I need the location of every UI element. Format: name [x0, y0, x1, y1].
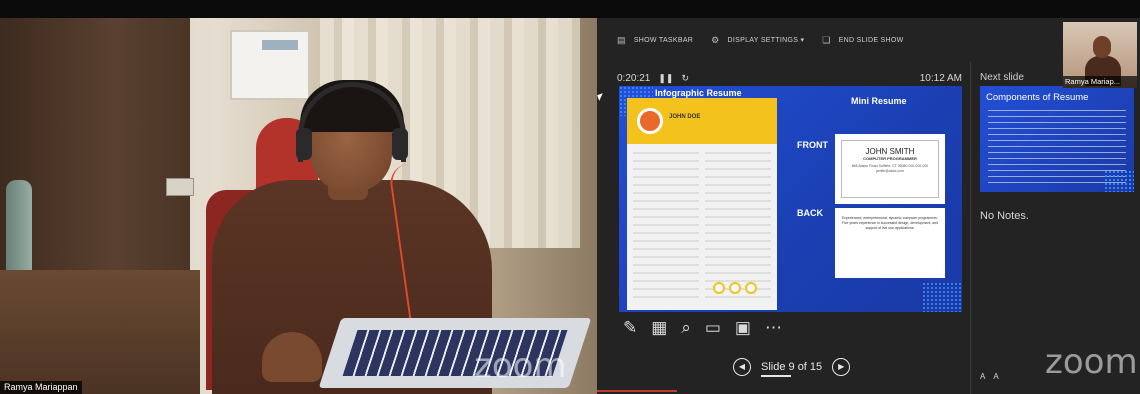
mini-resume-card: FRONT JOHN SMITH COMPUTER PROGRAMMER 868… — [793, 134, 947, 284]
notes-font-controls: A A — [980, 372, 999, 381]
back-label: BACK — [797, 208, 823, 218]
zoom-watermark: zoom — [1045, 342, 1138, 382]
cabinet — [0, 270, 200, 394]
end-slide-show-label: END SLIDE SHOW — [838, 36, 904, 44]
zoom-watermark: zoom — [474, 346, 567, 386]
slide-title-left: Infographic Resume — [655, 88, 742, 98]
next-slide-title: Components of Resume — [986, 92, 1089, 103]
thumbnail-name-tag: Ramya Mariap... — [1063, 76, 1137, 88]
card-name: JOHN SMITH — [865, 147, 915, 156]
avatar-icon — [637, 108, 663, 134]
slide-counter-text: Slide 9 of 15 — [761, 361, 823, 373]
see-all-slides-icon[interactable]: ▦ — [651, 318, 667, 338]
card-front: JOHN SMITH COMPUTER PROGRAMMER 868 Alamo… — [835, 134, 945, 204]
slide-navigation: ◀ Slide 9 of 15 ▶ — [733, 358, 851, 377]
pause-timer-icon[interactable]: ❚❚ — [658, 73, 673, 84]
end-slide-show-button[interactable]: ❏ END SLIDE SHOW — [822, 35, 903, 46]
display-settings-label: DISPLAY SETTINGS ▾ — [727, 37, 805, 44]
pen-icon[interactable]: ✎ — [623, 318, 637, 338]
slide-tools: ✎ ▦ ⌕ ▭ ▣ ⋯ — [623, 318, 782, 338]
show-taskbar-label: SHOW TASKBAR — [633, 36, 694, 44]
card-role: COMPUTER PROGRAMMER — [863, 156, 917, 161]
increase-font-button[interactable]: A — [980, 372, 985, 381]
wall-switch — [166, 178, 194, 196]
skill-badge-icon — [745, 282, 757, 294]
pointer-options-icon[interactable]: ▭ — [705, 318, 721, 338]
skill-badge-icon — [713, 282, 725, 294]
card-back: Experienced, entrepreneurial, dynamic co… — [835, 208, 945, 278]
participant-name-tag: Ramya Mariappan — [0, 381, 82, 394]
elapsed-timer: 0:20:21 — [617, 72, 651, 84]
top-bar — [597, 0, 1140, 18]
top-bar — [0, 0, 597, 18]
speaker-notes: No Notes. — [980, 210, 1029, 222]
show-taskbar-button[interactable]: ▤ SHOW TASKBAR — [617, 35, 693, 46]
slide-title-right: Mini Resume — [851, 96, 907, 106]
presenter-view: ▤ SHOW TASKBAR ⚙ DISPLAY SETTINGS ▾ ❏ EN… — [597, 0, 1140, 394]
dot-pattern — [1104, 170, 1134, 192]
window — [230, 30, 310, 100]
presenter-toolbar: ▤ SHOW TASKBAR ⚙ DISPLAY SETTINGS ▾ ❏ EN… — [597, 18, 1067, 62]
next-slide-preview[interactable]: Components of Resume — [980, 86, 1134, 192]
skill-badge-icon — [729, 282, 741, 294]
display-settings-icon: ⚙ — [711, 34, 720, 45]
resume-name: JOHN DOE — [669, 114, 701, 120]
front-label: FRONT — [797, 140, 828, 150]
display-settings-button[interactable]: ⚙ DISPLAY SETTINGS ▾ — [711, 35, 804, 46]
next-slide-label: Next slide — [980, 72, 1024, 83]
slide-counter[interactable]: Slide 9 of 15 — [761, 361, 823, 377]
more-options-icon[interactable]: ⋯ — [765, 318, 782, 338]
accent-line — [597, 390, 677, 392]
subtitles-icon[interactable]: ▣ — [735, 318, 751, 338]
clock: 10:12 AM — [919, 72, 962, 84]
webcam-tile: zoom Ramya Mariappan — [0, 0, 597, 394]
current-slide[interactable]: JOHN DOE Infographic Resume Mini Resume … — [619, 86, 962, 312]
zoom-slide-icon[interactable]: ⌕ — [681, 318, 691, 338]
end-show-icon: ❏ — [822, 34, 831, 45]
self-video-thumbnail[interactable]: Ramya Mariap... — [1063, 22, 1137, 88]
headset-earcup — [296, 128, 312, 160]
pane-divider — [970, 62, 971, 394]
reset-timer-icon[interactable]: ↻ — [681, 73, 689, 84]
infographic-resume-image: JOHN DOE — [627, 98, 777, 310]
card-address: 868 Alamo Road Suffield, CT 06080 000-00… — [851, 164, 929, 173]
previous-slide-button[interactable]: ◀ — [733, 358, 751, 376]
headset-earcup — [392, 128, 408, 160]
decrease-font-button[interactable]: A — [993, 372, 998, 381]
dot-pattern — [922, 282, 962, 312]
timer-row: 0:20:21 ❚❚ ↻ 10:12 AM — [617, 72, 962, 84]
next-slide-button[interactable]: ▶ — [832, 358, 851, 376]
card-back-text: Experienced, entrepreneurial, dynamic co… — [841, 216, 939, 230]
taskbar-icon: ▤ — [617, 34, 626, 45]
